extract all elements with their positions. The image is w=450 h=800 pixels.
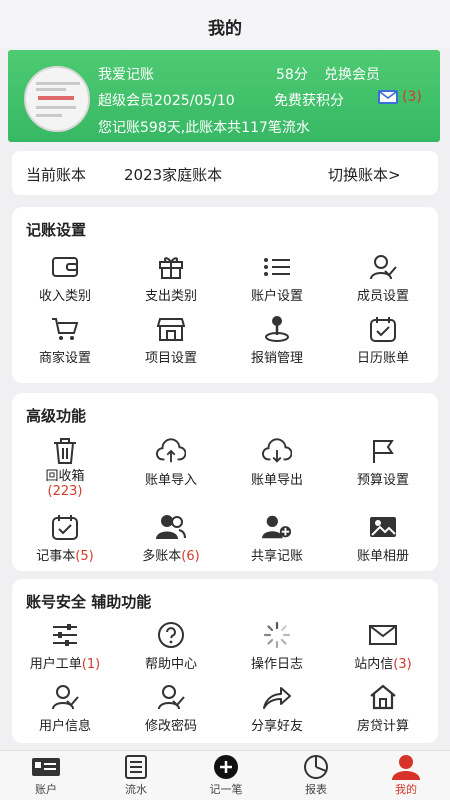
gift-icon — [156, 253, 186, 281]
bookkeeping-settings-card: 记账设置 收入类别 支出类别 账户设置 成员设置 商家设置 项目设置 报销管理 … — [12, 207, 438, 383]
avatar[interactable] — [24, 66, 90, 132]
multi-book-count: (6) — [181, 549, 200, 564]
user-check-icon — [368, 253, 398, 281]
cloud-download-icon — [262, 437, 292, 465]
account-security-card: 账号安全 辅助功能 用户工单(1) 帮助中心 操作日志 站内信(3) 用户信息 … — [12, 579, 438, 743]
menu-item-help-center[interactable]: 帮助中心 — [118, 621, 224, 672]
menu-item-budget-settings[interactable]: 预算设置 — [330, 437, 436, 488]
menu-item-merchant-settings[interactable]: 商家设置 — [12, 315, 118, 366]
menu-item-user-info[interactable]: 用户信息 — [12, 683, 118, 734]
plus-circle-icon — [186, 755, 266, 779]
redeem-membership-link[interactable]: 兑换会员 — [324, 64, 380, 84]
user-icon — [366, 755, 446, 780]
trash-icon — [50, 437, 80, 465]
list-icon — [262, 253, 292, 281]
mail-icon[interactable] — [378, 90, 398, 104]
tab-transactions[interactable]: 流水 — [96, 755, 176, 797]
notebook-icon — [50, 513, 80, 541]
mail-icon — [368, 621, 398, 649]
points-value: 58分 — [276, 67, 308, 83]
notebook-count: (5) — [75, 549, 94, 564]
current-book-bar[interactable]: 当前账本 2023家庭账本 切换账本> — [12, 151, 438, 195]
user-check-icon — [156, 683, 186, 711]
free-points-link[interactable]: 免费获积分 — [274, 90, 344, 110]
recycle-bin-count: (223) — [47, 484, 83, 499]
tab-accounts[interactable]: 账户 — [6, 755, 86, 797]
tab-reports[interactable]: 报表 — [276, 755, 356, 797]
image-icon — [368, 513, 398, 541]
section-title: 记账设置 — [26, 221, 87, 239]
id-card-icon — [6, 755, 86, 779]
menu-item-account-settings[interactable]: 账户设置 — [224, 253, 330, 304]
menu-item-bill-album[interactable]: 账单相册 — [330, 513, 436, 564]
usage-summary: 您记账598天,此账本共117笔流水 — [98, 120, 310, 136]
user-check-icon — [50, 683, 80, 711]
section-title: 账号安全 辅助功能 — [26, 593, 152, 611]
document-icon — [96, 755, 176, 779]
menu-item-change-password[interactable]: 修改密码 — [118, 683, 224, 734]
menu-item-share-friends[interactable]: 分享好友 — [224, 683, 330, 734]
section-title: 高级功能 — [26, 407, 87, 425]
top-bar: 我的 — [0, 0, 450, 48]
membership-expiry: 超级会员2025/05/10 — [98, 93, 235, 109]
menu-item-member-settings[interactable]: 成员设置 — [330, 253, 436, 304]
sliders-icon — [50, 621, 80, 649]
help-icon — [156, 621, 186, 649]
ticket-count: (1) — [81, 657, 101, 672]
tab-add-entry[interactable]: 记一笔 — [186, 755, 266, 797]
flag-icon — [368, 437, 398, 465]
mail-count[interactable]: (3) — [402, 89, 422, 105]
menu-item-calendar-bill[interactable]: 日历账单 — [330, 315, 436, 366]
site-mail-count: (3) — [393, 657, 412, 672]
share-icon — [262, 683, 292, 711]
tab-mine[interactable]: 我的 — [366, 755, 446, 797]
menu-item-multi-book[interactable]: 多账本(6) — [118, 513, 224, 564]
store-icon — [156, 315, 186, 343]
menu-item-bill-import[interactable]: 账单导入 — [118, 437, 224, 488]
switch-book-button[interactable]: 切换账本> — [328, 164, 401, 185]
menu-item-reimbursement[interactable]: 报销管理 — [224, 315, 330, 366]
nickname: 我爱记账 — [98, 67, 154, 83]
users-icon — [156, 513, 186, 541]
pie-chart-icon — [276, 755, 356, 779]
cart-icon — [50, 315, 80, 343]
current-book-name: 2023家庭账本 — [124, 166, 223, 184]
menu-item-notebook[interactable]: 记事本(5) — [12, 513, 118, 564]
menu-item-operation-log[interactable]: 操作日志 — [224, 621, 330, 672]
bottom-tab-bar: 账户 流水 记一笔 报表 我的 — [0, 750, 450, 800]
advanced-features-card: 高级功能 回收箱 (223) 账单导入 账单导出 预算设置 记事本(5) 多账本(… — [12, 393, 438, 571]
menu-item-bill-export[interactable]: 账单导出 — [224, 437, 330, 488]
current-book-label: 当前账本 — [26, 166, 87, 184]
home-icon — [368, 683, 398, 711]
joystick-icon — [262, 315, 292, 343]
menu-item-income-category[interactable]: 收入类别 — [12, 253, 118, 304]
menu-item-expense-category[interactable]: 支出类别 — [118, 253, 224, 304]
calendar-check-icon — [368, 315, 398, 343]
loading-icon — [262, 621, 292, 649]
menu-item-site-mail[interactable]: 站内信(3) — [330, 621, 436, 672]
menu-item-shared-bookkeeping[interactable]: 共享记账 — [224, 513, 330, 564]
cloud-upload-icon — [156, 437, 186, 465]
menu-item-mortgage-calculator[interactable]: 房贷计算 — [330, 683, 436, 734]
menu-item-user-ticket[interactable]: 用户工单(1) — [12, 621, 118, 672]
wallet-icon — [50, 253, 80, 281]
user-add-icon — [262, 513, 292, 541]
page-title: 我的 — [208, 19, 242, 39]
menu-item-project-settings[interactable]: 项目设置 — [118, 315, 224, 366]
menu-item-recycle-bin[interactable]: 回收箱 (223) — [12, 437, 118, 499]
